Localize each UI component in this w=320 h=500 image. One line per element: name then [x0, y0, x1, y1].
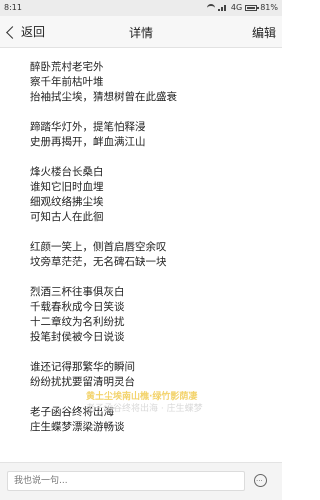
poem-line: 蹄踏华灯外，提笔怕释浸: [30, 121, 146, 133]
battery-icon: [245, 4, 260, 11]
comment-input[interactable]: [7, 471, 245, 491]
watermark: 黄土尘埃南山樵·绿竹影荫凄 老子函谷终将出海 · 庄生蝶梦: [86, 391, 276, 415]
poem-line: 纷纷扰扰要留清明灵台: [30, 376, 135, 388]
poem-line: 史册再揭开，衅血满江山: [30, 136, 146, 148]
poem-line: 十二章纹为名利纷扰: [30, 316, 125, 328]
poem-line: 烽火楼台长桑白: [30, 166, 104, 178]
comment-icon[interactable]: ···: [254, 474, 267, 487]
poem-stanza: 蹄踏华灯外，提笔怕释浸 史册再揭开，衅血满江山: [30, 120, 270, 150]
poem-line: 可知古人在此徊: [30, 211, 104, 223]
status-bar: 8:11 4G 81%: [0, 0, 282, 16]
poem-line: 红颜一笑上，侧首启唇空余叹: [30, 241, 167, 253]
poem-line: 醉卧荒村老宅外: [30, 61, 104, 73]
poem-line: 谁还记得那繁华的瞬间: [30, 361, 135, 373]
poem-line: 谁知它旧时血埋: [30, 181, 104, 193]
status-indicators: 4G 81%: [206, 3, 278, 12]
poem-line: 投笔封侯被今日说谈: [30, 331, 125, 343]
signal-icon: [217, 4, 228, 11]
poem-line: 庄生蝶梦漂梁游畅谈: [30, 421, 125, 433]
poem-line: 烈酒三杯往事俱灰白: [30, 286, 125, 298]
poem-line: 抬袖拭尘埃，猜想树曾在此盛衰: [30, 91, 177, 103]
watermark-line-1: 黄土尘埃南山樵·绿竹影荫凄: [86, 392, 198, 402]
edit-button[interactable]: 编辑: [252, 24, 276, 41]
poem-stanza: 红颜一笑上，侧首启唇空余叹 坟旁草茫茫，无名碑石缺一块: [30, 240, 270, 270]
page-title: 详情: [128, 26, 153, 40]
wifi-icon: [206, 4, 215, 11]
poem-stanza: 谁还记得那繁华的瞬间 纷纷扰扰要留清明灵台: [30, 360, 270, 390]
network-type: 4G: [230, 3, 243, 12]
poem-line: 千载春秋成今日笑谈: [30, 301, 125, 313]
nav-bar: 返回 详情 编辑: [0, 16, 282, 48]
poem-line: 细观纹络拂尘埃: [30, 196, 104, 208]
poem-line: 坟旁草茫茫，无名碑石缺一块: [30, 256, 167, 268]
comment-bar: ···: [0, 462, 282, 500]
poem-line: 察千年前枯叶堆: [30, 76, 104, 88]
poem-stanza: 醉卧荒村老宅外 察千年前枯叶堆抬袖拭尘埃，猜想树曾在此盛衰: [30, 60, 270, 105]
poem-stanza: 烈酒三杯往事俱灰白 千载春秋成今日笑谈 十二章纹为名利纷扰 投笔封侯被今日说谈: [30, 285, 270, 345]
status-time: 8:11: [4, 3, 22, 12]
battery-percent: 81%: [260, 3, 278, 12]
battery-fill: [247, 6, 255, 9]
poem-stanza: 烽火楼台长桑白 谁知它旧时血埋 细观纹络拂尘埃 可知古人在此徊: [30, 165, 270, 225]
watermark-line-2: 老子函谷终将出海 · 庄生蝶梦: [86, 404, 203, 414]
